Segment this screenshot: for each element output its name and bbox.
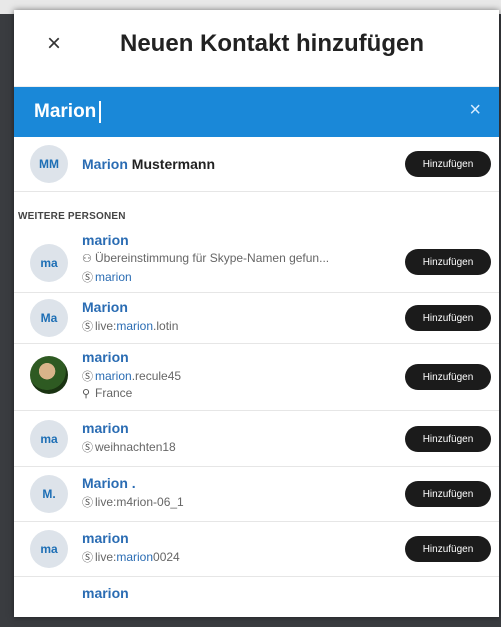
search-input[interactable] [34, 97, 434, 127]
add-contact-dialog: × Neuen Kontakt hinzufügen × MM Marion M… [14, 10, 499, 617]
clear-search-icon[interactable]: × [469, 99, 481, 122]
contact-name: marion [82, 420, 129, 436]
list-item[interactable]: ma marion Ⓢlive:marion0024 Hinzufügen [14, 522, 499, 577]
skype-icon: Ⓢ [82, 442, 93, 454]
contact-detail: ⚇ Übereinstimmung für Skype-Namen gefun..… [82, 251, 330, 265]
list-item[interactable]: Ma Marion Ⓢlive:marion.lotin Hinzufügen [14, 292, 499, 344]
contact-location: ⚲ France [82, 386, 133, 400]
name-rest: Mustermann [127, 156, 216, 172]
list-item[interactable]: ma marion ⚇ Übereinstimmung für Skype-Nam… [14, 232, 499, 292]
add-contact-button[interactable]: Hinzufügen [405, 536, 491, 562]
skype-icon: Ⓢ [82, 497, 93, 509]
contact-name: Marion [82, 299, 128, 315]
add-contact-button[interactable]: Hinzufügen [405, 426, 491, 452]
top-result-row[interactable]: MM Marion Mustermann Hinzufügen [14, 137, 499, 192]
skype-icon: Ⓢ [82, 272, 93, 284]
name-highlight: Marion [82, 156, 128, 172]
avatar: MM [30, 145, 68, 183]
add-contact-button[interactable]: Hinzufügen [405, 481, 491, 507]
location-pin-icon: ⚲ [82, 388, 91, 400]
avatar-photo [30, 356, 68, 394]
avatar: Ma [30, 299, 68, 337]
list-item[interactable]: ma marion Ⓢweihnachten18 Hinzufügen [14, 411, 499, 467]
dialog-title: Neuen Kontakt hinzufügen [120, 30, 424, 57]
contact-skype-id: Ⓢweihnachten18 [82, 440, 176, 454]
contact-skype-id: Ⓢlive:marion.lotin [82, 319, 179, 333]
contact-name: Marion Mustermann [82, 156, 215, 172]
contact-name: Marion . [82, 475, 136, 491]
close-icon[interactable]: × [42, 32, 66, 56]
person-match-icon: ⚇ [82, 253, 92, 265]
dialog-header: × Neuen Kontakt hinzufügen [14, 10, 499, 87]
skype-icon: Ⓢ [82, 552, 93, 564]
section-label: WEITERE PERSONEN [18, 211, 126, 222]
list-item[interactable]: marion [14, 577, 499, 617]
search-bar: × [14, 87, 499, 137]
contact-skype-id: Ⓢmarion.recule45 [82, 369, 182, 383]
avatar: ma [30, 244, 68, 282]
list-item[interactable]: marion Ⓢmarion.recule45 ⚲ France Hinzufüg… [14, 344, 499, 411]
list-item[interactable]: M. Marion . Ⓢlive:m4rion-06_1 Hinzufügen [14, 467, 499, 522]
skype-icon: Ⓢ [82, 321, 93, 333]
add-contact-button[interactable]: Hinzufügen [405, 364, 491, 390]
add-contact-button[interactable]: Hinzufügen [405, 305, 491, 331]
contact-name: marion [82, 349, 129, 365]
text-caret [99, 101, 101, 123]
add-contact-button[interactable]: Hinzufügen [405, 249, 491, 275]
contact-name: marion [82, 530, 129, 546]
contact-name: marion [82, 232, 129, 248]
skype-icon: Ⓢ [82, 371, 93, 383]
avatar: M. [30, 475, 68, 513]
contact-skype-id: Ⓢmarion [82, 270, 132, 284]
contact-name: marion [82, 585, 129, 601]
avatar: ma [30, 530, 68, 568]
contact-skype-id: Ⓢlive:marion0024 [82, 550, 180, 564]
add-contact-button[interactable]: Hinzufügen [405, 151, 491, 177]
contact-skype-id: Ⓢlive:m4rion-06_1 [82, 495, 184, 509]
avatar: ma [30, 420, 68, 458]
